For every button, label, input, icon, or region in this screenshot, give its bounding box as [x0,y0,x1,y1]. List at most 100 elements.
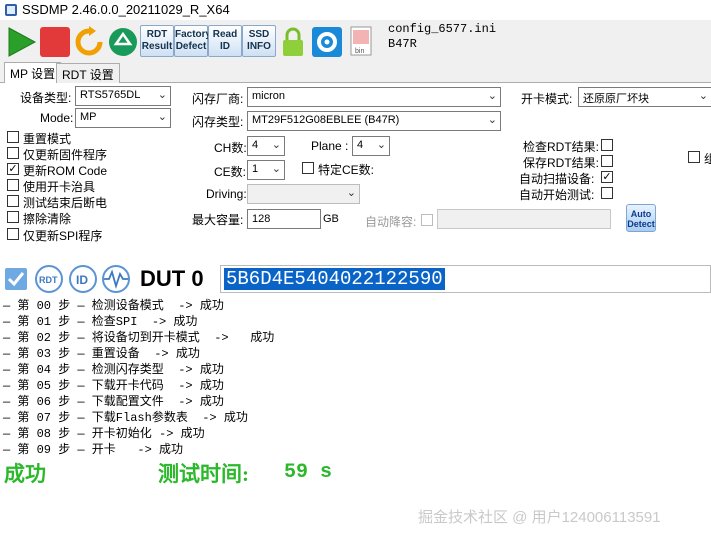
driving-select[interactable]: ⌄ [247,184,360,204]
checkbox-specific-ce[interactable] [302,162,314,174]
log-step: — 第 03 步 — 重置设备 -> 成功 [3,347,200,361]
checkbox-reset-mode[interactable] [7,131,19,143]
chevron-down-icon: ⌄ [271,163,281,175]
flash-type-select[interactable]: MT29F512G08EBLEE (B47R) ⌄ [247,111,501,131]
device-type-select[interactable]: RTS5765DL ⌄ [75,86,171,106]
auto-start-label: 自动开始测试: [519,188,595,202]
ch-select[interactable]: 4 ⌄ [247,136,285,156]
ce-label: CE数: [214,165,247,179]
checkbox-power-off-after-test[interactable] [7,195,19,207]
result-status: 成功 [4,462,46,486]
checkbox-use-fixture[interactable] [7,179,19,191]
auto-downcap-input[interactable] [437,209,611,229]
config-info: config_6577.ini B47R [388,22,496,52]
device-type-label: 设备类型: [20,91,72,105]
window-title: SSDMP 2.46.0.0_20211029_R_X64 [22,2,230,17]
factory-defect-line1: Factory [175,29,212,40]
mode-select[interactable]: MP ⌄ [75,108,171,128]
log-step: — 第 02 步 — 将设备切到开卡模式 -> 成功 [3,331,275,345]
factory-defect-button[interactable]: Factory Defect [174,25,212,57]
checkbox-update-rom-code[interactable]: ✓ [7,163,19,175]
ssd-info-line1: SSD [248,29,270,40]
mode-value: MP [80,111,97,123]
log-step: — 第 05 步 — 下载开卡代码 -> 成功 [3,379,224,393]
app-icon [5,4,17,16]
ch-value: 4 [252,139,259,151]
stop-icon[interactable] [38,26,72,58]
checkbox-icon[interactable] [4,267,30,291]
gb-unit-label: GB [323,213,339,225]
log-step: — 第 07 步 — 下载Flash参数表 -> 成功 [3,411,248,425]
checkbox-label: 重置模式 [23,132,72,146]
id-icon[interactable]: ID [67,265,99,293]
checkbox-label: 仅更新固件程序 [23,148,108,162]
log-step: — 第 08 步 — 开卡初始化 -> 成功 [3,427,205,441]
checkbox-auto-downcap[interactable] [421,214,433,226]
max-capacity-label: 最大容量: [192,213,244,227]
flash-vendor-value: micron [252,90,286,102]
factory-defect-line2: Defect [175,41,207,52]
tab-rdt-settings[interactable]: RDT 设置 [56,63,120,83]
checkbox-label: 测试结束后断电 [23,196,108,210]
flash-type-label: 闪存类型: [192,115,244,129]
auto-detect-line2: Detect [627,219,655,229]
checkbox-update-spi-only[interactable] [7,228,19,240]
chevron-down-icon: ⌄ [157,111,167,123]
flash-vendor-label: 闪存厂商: [192,92,244,106]
auto-downcap-label: 自动降容: [365,215,417,229]
check-rdt-label: 检查RDT结果: [523,140,599,154]
read-id-line1: Read [212,29,238,40]
play-icon[interactable] [4,26,38,58]
checkbox-label: 擦除清除 [23,212,72,226]
max-capacity-input[interactable]: 128 [247,209,321,229]
chevron-down-icon: ⌄ [157,89,167,101]
checkbox-update-fw-only[interactable] [7,147,19,159]
recycle-icon[interactable] [106,26,140,58]
rdt-icon[interactable]: RDT [33,265,65,293]
serial-number-field[interactable]: 5B6D4E5404022122590 [220,265,711,293]
chevron-down-icon: ⌄ [346,187,356,199]
log-step: — 第 04 步 — 检测闪存类型 -> 成功 [3,363,224,377]
plane-select[interactable]: 4 ⌄ [352,136,390,156]
read-id-line2: ID [220,41,230,52]
bin-label: bin [355,48,364,55]
ch-label: CH数: [214,141,247,155]
checkbox-label: 更新ROM Code [23,164,108,178]
waveform-icon[interactable] [100,265,132,293]
gear-icon[interactable] [310,26,344,58]
checkbox-auto-scan[interactable]: ✓ [601,171,613,183]
ssd-info-button[interactable]: SSD INFO [242,25,276,57]
bin-file-icon[interactable]: bin [344,26,378,58]
id-icon-text: ID [76,273,88,287]
lock-icon[interactable] [276,26,310,58]
config-flash: B47R [388,37,417,51]
device-type-value: RTS5765DL [80,89,141,101]
rdt-result-button[interactable]: RDT Result [140,25,174,57]
tab-mp-settings[interactable]: MP 设置 [4,62,62,83]
ce-select[interactable]: 1 ⌄ [247,160,285,180]
rdt-result-line1: RDT [146,29,168,40]
ce-value: 1 [252,163,259,175]
specific-ce-label: 特定CE数: [318,163,375,177]
chevron-down-icon: ⌄ [698,90,708,102]
open-mode-select[interactable]: 还原原厂坏块 ⌄ [578,87,711,107]
auto-scan-label: 自动扫描设备: [519,172,595,186]
rdt-result-line2: Result [141,41,173,52]
title-bar: SSDMP 2.46.0.0_20211029_R_X64 [0,0,711,20]
auto-detect-button[interactable]: Auto Detect [626,204,656,232]
checkbox-save-rdt[interactable] [601,155,613,167]
checkbox-group[interactable] [688,151,700,163]
chevron-down-icon: ⌄ [271,139,281,151]
plane-label: Plane : [311,139,349,153]
refresh-icon[interactable] [72,26,106,58]
flash-vendor-select[interactable]: micron ⌄ [247,87,501,107]
ssd-info-line2: INFO [247,41,271,52]
checkbox-auto-start[interactable] [601,187,613,199]
checkbox-check-rdt[interactable] [601,139,613,151]
log-step: — 第 09 步 — 开卡 -> 成功 [3,443,184,457]
log-step: — 第 00 步 — 检测设备模式 -> 成功 [3,299,224,313]
log-step: — 第 06 步 — 下载配置文件 -> 成功 [3,395,224,409]
checkbox-erase-clear[interactable] [7,211,19,223]
read-id-button[interactable]: Read ID [208,25,242,57]
watermark: 掘金技术社区 @ 用户124006113591 [418,509,661,526]
